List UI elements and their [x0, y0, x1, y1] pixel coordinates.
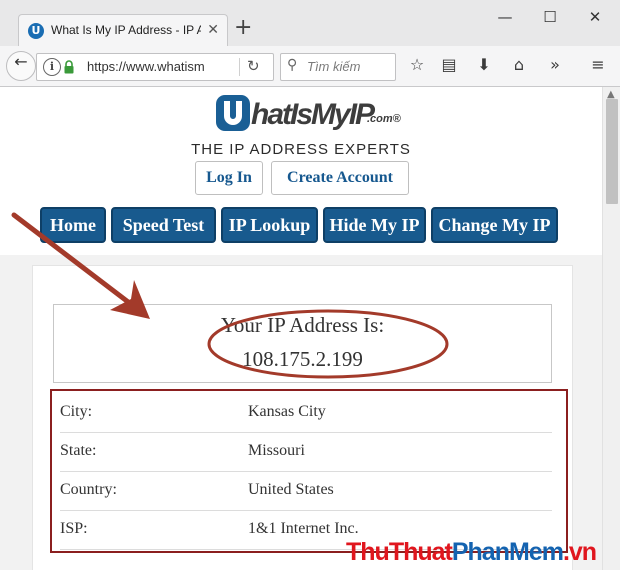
url-divider	[239, 58, 240, 76]
watermark: ThuThuatPhanMem.vn	[346, 538, 597, 567]
reading-list-icon[interactable]: ▤	[437, 54, 461, 76]
search-icon: ⚲	[287, 57, 298, 73]
home-icon[interactable]: ⌂	[507, 54, 531, 76]
location-details: City: Kansas City State: Missouri Countr…	[50, 389, 568, 553]
nav-change-my-ip-button[interactable]: Change My IP	[431, 207, 558, 243]
search-input[interactable]: ⚲ Tìm kiếm	[280, 53, 396, 81]
search-placeholder: Tìm kiếm	[307, 59, 361, 74]
logo-text: hatIsMyIP	[251, 98, 375, 131]
maximize-icon[interactable]: ☐	[535, 8, 565, 26]
reload-icon[interactable]: ↻	[247, 57, 260, 75]
url-text: https://www.whatism	[87, 59, 205, 74]
site-favicon-icon: U	[28, 23, 44, 39]
detail-label: ISP:	[60, 520, 88, 537]
tagline: THE IP ADDRESS EXPERTS	[191, 141, 411, 158]
create-account-button[interactable]: Create Account	[271, 161, 409, 195]
detail-label: State:	[60, 442, 97, 459]
minimize-icon[interactable]: —	[490, 8, 520, 26]
lock-icon	[64, 60, 74, 74]
navigation-toolbar: ← i https://www.whatism ↻ ⚲ Tìm kiếm ☆ ▤…	[0, 46, 620, 86]
detail-value: Kansas City	[248, 403, 326, 420]
tab-close-icon[interactable]: ✕	[207, 22, 219, 38]
scroll-thumb[interactable]	[606, 99, 618, 204]
page-viewport: hatIsMyIP .com® THE IP ADDRESS EXPERTS L…	[0, 87, 602, 570]
watermark-part1: ThuThuat	[346, 538, 453, 566]
close-icon[interactable]: ✕	[580, 8, 610, 26]
back-arrow-icon[interactable]: ←	[6, 51, 36, 81]
detail-value: 1&1 Internet Inc.	[248, 520, 359, 537]
logo-suffix: .com®	[367, 113, 401, 125]
detail-row-city: City: Kansas City	[60, 393, 552, 433]
annotation-arrow-icon	[11, 212, 150, 319]
bookmark-star-icon[interactable]: ☆	[405, 54, 429, 76]
detail-label: Country:	[60, 481, 117, 498]
site-logo[interactable]: hatIsMyIP .com®	[215, 91, 401, 139]
tab-strip: U What Is My IP Address - IP A ✕ + — ☐ ✕	[0, 0, 620, 47]
nav-ip-lookup-button[interactable]: IP Lookup	[221, 207, 318, 243]
watermark-part2: PhanMem	[451, 538, 564, 566]
new-tab-plus-icon[interactable]: +	[234, 17, 252, 39]
detail-row-state: State: Missouri	[60, 432, 552, 472]
detail-value: United States	[248, 481, 334, 498]
detail-row-country: Country: United States	[60, 471, 552, 511]
highlight-oval	[207, 309, 449, 379]
browser-chrome: U What Is My IP Address - IP A ✕ + — ☐ ✕…	[0, 0, 620, 87]
address-bar[interactable]: i https://www.whatism ↻	[36, 53, 274, 81]
watermark-part3: .vn	[562, 538, 597, 566]
logo-u-icon	[216, 95, 250, 131]
hamburger-menu-icon[interactable]: ≡	[586, 54, 610, 76]
info-icon[interactable]: i	[43, 58, 61, 76]
vertical-scrollbar[interactable]: ▲	[602, 87, 620, 570]
nav-hide-my-ip-button[interactable]: Hide My IP	[323, 207, 426, 243]
login-button[interactable]: Log In	[195, 161, 263, 195]
detail-value: Missouri	[248, 442, 305, 459]
overflow-chevron-icon[interactable]: »	[543, 54, 567, 76]
download-icon[interactable]: ⬇	[472, 54, 496, 76]
browser-tab[interactable]: U What Is My IP Address - IP A ✕	[18, 14, 228, 47]
tab-title: What Is My IP Address - IP A	[51, 23, 201, 37]
detail-label: City:	[60, 403, 93, 420]
